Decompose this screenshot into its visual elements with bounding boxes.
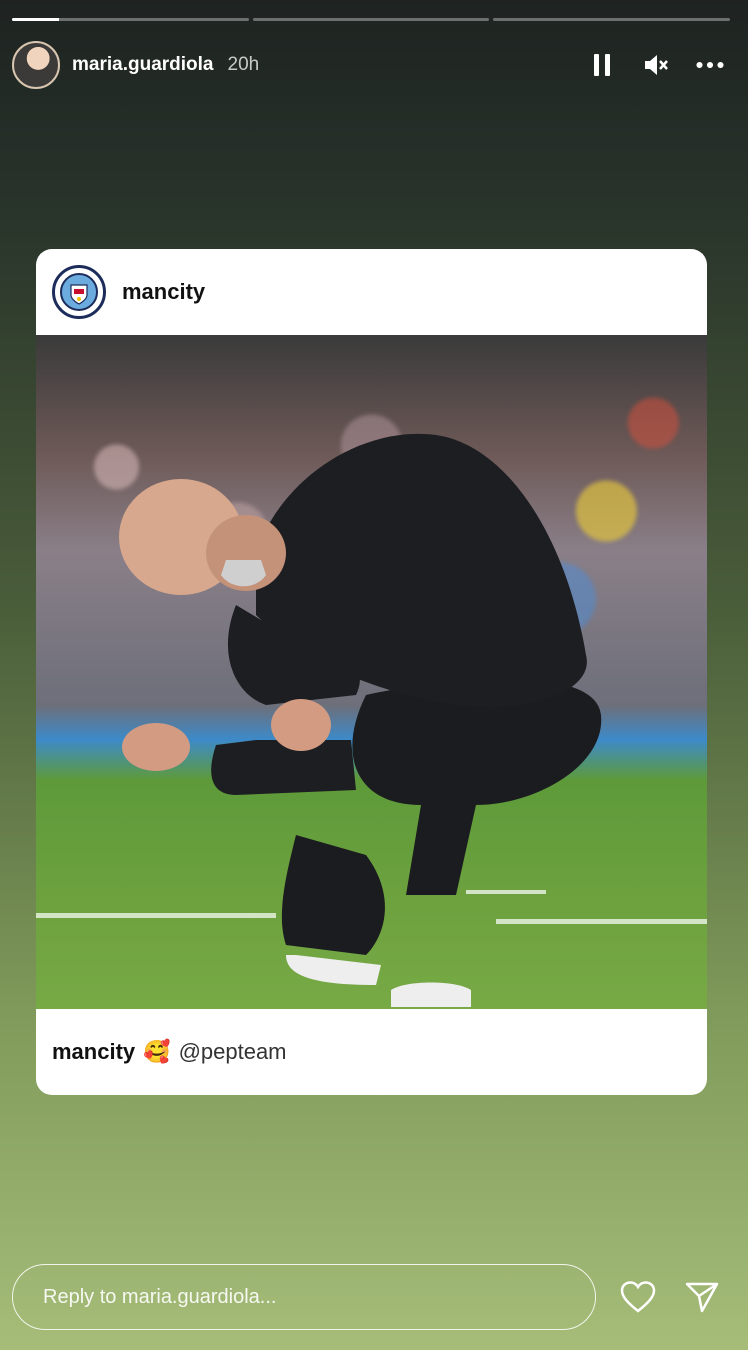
progress-segment [493, 18, 731, 21]
post-header: mancity [36, 249, 707, 335]
send-icon[interactable] [684, 1279, 720, 1315]
coach-figure [119, 433, 602, 1007]
pause-icon[interactable] [588, 51, 616, 79]
caption-mention[interactable]: @pepteam [179, 1039, 287, 1065]
mute-icon[interactable] [642, 51, 670, 79]
progress-segment [12, 18, 249, 21]
mancity-logo-icon[interactable] [52, 265, 106, 319]
story-header: maria.guardiola 20h [12, 40, 724, 90]
story-time: 20h [227, 54, 260, 75]
story-footer: Reply to maria.guardiola... [12, 1264, 720, 1330]
post-photo[interactable] [36, 335, 707, 1009]
reply-input[interactable]: Reply to maria.guardiola... [12, 1264, 596, 1330]
shared-post-card[interactable]: mancity mancity 🥰 @pepteam [36, 249, 707, 1095]
avatar[interactable] [12, 41, 60, 89]
progress-segment [252, 18, 490, 21]
caption-username[interactable]: mancity [52, 1039, 135, 1065]
heart-icon[interactable] [620, 1279, 656, 1315]
story-progress-bar [12, 18, 731, 21]
story-username[interactable]: maria.guardiola [72, 54, 214, 76]
post-author[interactable]: mancity [122, 279, 205, 305]
more-icon[interactable] [696, 51, 724, 79]
post-caption: mancity 🥰 @pepteam [36, 1009, 707, 1095]
smiling-hearts-emoji: 🥰 [143, 1039, 171, 1064]
